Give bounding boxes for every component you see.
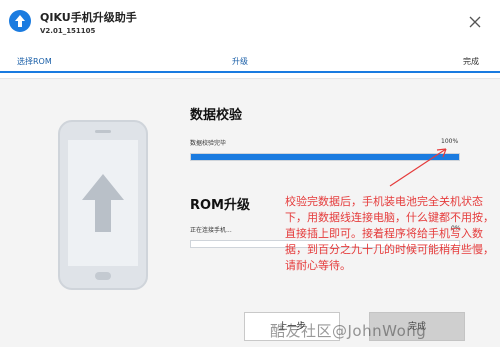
verify-title: 数据校验 bbox=[190, 108, 243, 123]
verify-progress-bar bbox=[190, 153, 460, 161]
title-bar: QIKU手机升级助手 V2.01_151105 bbox=[0, 0, 500, 44]
step-indicator: 选择ROM 升级 完成 bbox=[0, 44, 500, 78]
upload-arrow-icon bbox=[82, 174, 124, 232]
phone-illustration bbox=[58, 120, 148, 290]
upload-arrow-icon bbox=[9, 10, 31, 32]
step-upgrade[interactable]: 升级 bbox=[232, 56, 248, 67]
phone-screen bbox=[68, 140, 138, 266]
app-title: QIKU手机升级助手 bbox=[40, 11, 137, 24]
step-progress-bar bbox=[0, 71, 500, 73]
close-icon bbox=[469, 16, 481, 28]
close-button[interactable] bbox=[460, 8, 490, 36]
step-finish[interactable]: 完成 bbox=[463, 56, 479, 67]
step-select-rom[interactable]: 选择ROM bbox=[17, 56, 52, 67]
verify-status: 数据校验完毕 bbox=[190, 140, 227, 147]
rom-title: ROM升级 bbox=[190, 198, 250, 213]
verify-percent: 100% bbox=[441, 138, 459, 145]
rom-status: 正在连接手机... bbox=[190, 227, 232, 234]
annotation-note: 校验完数据后，手机装电池完全关机状态下，用数据线连接电脑，什么键都不用按，直接插… bbox=[285, 195, 494, 272]
app-version: V2.01_151105 bbox=[40, 27, 96, 35]
phone-home-button bbox=[95, 272, 111, 280]
watermark: 酷友社区@JohnWong bbox=[270, 322, 427, 340]
verify-progress-fill bbox=[191, 154, 459, 160]
phone-speaker bbox=[95, 130, 111, 133]
